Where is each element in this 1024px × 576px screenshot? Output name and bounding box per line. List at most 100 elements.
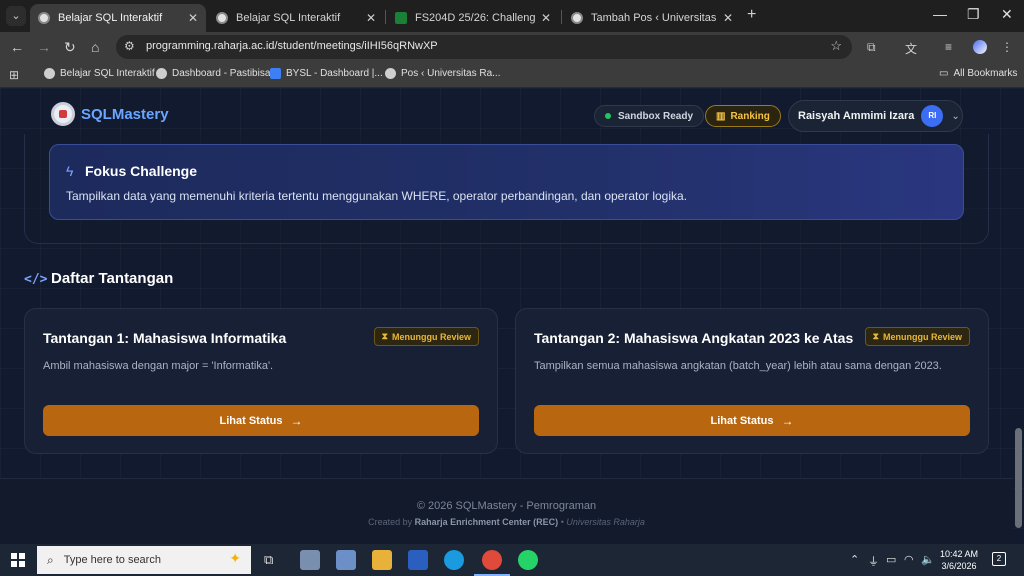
bookmark-label: Belajar SQL Interaktif (60, 68, 155, 79)
university-logo-icon[interactable] (51, 102, 75, 126)
reload-icon[interactable]: ↻ (64, 39, 76, 56)
wifi-icon[interactable]: ◠ (904, 553, 914, 566)
restore-window-icon[interactable]: ❐ (967, 6, 980, 23)
translate-icon[interactable]: 文 (905, 40, 917, 57)
browser-tab-4[interactable]: Tambah Pos ‹ Universitas Rahar ✕ (563, 4, 741, 32)
tab-search-menu-button[interactable]: ⌄ (6, 6, 26, 26)
site-settings-icon[interactable]: ⚙ (124, 39, 135, 53)
user-menu-button[interactable]: Raisyah Ammimi Izara RI ⌄ (788, 100, 963, 132)
notepad-app-icon[interactable] (336, 550, 356, 570)
status-badge-text: Menunggu Review (882, 331, 962, 342)
usb-device-icon[interactable]: ⏚ (868, 553, 879, 569)
chrome-menu-icon[interactable]: ⋮ (1001, 40, 1013, 54)
status-dot-icon (605, 113, 611, 119)
back-arrow-icon[interactable]: ← (10, 39, 24, 55)
bookmark-pastibisa[interactable]: Dashboard - Pastibisa (156, 68, 270, 79)
bookmark-bysl[interactable]: BYSL - Dashboard |... (270, 68, 383, 79)
gear-favicon-icon (38, 12, 50, 24)
battery-icon[interactable]: ▭ (886, 553, 896, 566)
new-tab-plus-icon[interactable]: + (747, 6, 756, 24)
close-tab-icon[interactable]: ✕ (541, 11, 551, 25)
bookmarks-bar: ⊞ Belajar SQL Interaktif Dashboard - Pas… (0, 62, 1024, 88)
clock-date: 3/6/2026 (941, 561, 977, 571)
bookmark-belajar-sql[interactable]: Belajar SQL Interaktif (44, 68, 155, 79)
windows-taskbar: ⌕ Type here to search ✦ ⧉ ⌃ ⏚ ▭ ◠ 🔈 10:4… (0, 544, 1024, 576)
chrome-browser-icon[interactable] (474, 550, 510, 576)
notification-center-icon[interactable]: 2 (992, 552, 1006, 566)
section-title: Daftar Tantangan (51, 270, 174, 287)
gear-favicon-icon (44, 68, 55, 79)
wordpress-favicon-icon (385, 68, 396, 79)
status-badge: ⧗ Menunggu Review (373, 327, 479, 346)
folder-icon: ▭ (939, 68, 949, 79)
brand-name[interactable]: SQLMastery (81, 106, 169, 123)
ranking-button[interactable]: ▥ Ranking (705, 105, 781, 127)
volume-icon[interactable]: 🔈 (921, 553, 935, 566)
footer-copyright: © 2026 SQLMastery - Pemrograman (416, 500, 597, 512)
view-status-button[interactable]: Lihat Status → (534, 405, 970, 436)
taskbar-search-box[interactable]: ⌕ Type here to search ✦ (37, 546, 251, 574)
profile-avatar-icon[interactable] (973, 40, 987, 54)
extensions-puzzle-icon[interactable]: ⧉ (867, 40, 876, 55)
button-label: Lihat Status (710, 414, 774, 427)
close-tab-icon[interactable]: ✕ (723, 11, 733, 25)
minimize-window-icon[interactable]: — (933, 6, 947, 22)
footer-credits: Created by Raharja Enrichment Center (RE… (0, 517, 1013, 527)
challenge-title: Tantangan 2: Mahasiswa Angkatan 2023 ke … (534, 330, 854, 346)
url-text[interactable]: programming.raharja.ac.id/student/meetin… (146, 40, 438, 52)
close-tab-icon[interactable]: ✕ (366, 11, 376, 25)
browser-toolbar: ← → ↻ ⌂ ⚙ programming.raharja.ac.id/stud… (0, 32, 1024, 62)
page-footer: © 2026 SQLMastery - Pemrograman Created … (0, 478, 1013, 544)
media-controls-icon[interactable]: ≡ (945, 40, 952, 54)
credits-org[interactable]: Raharja Enrichment Center (REC) (415, 517, 559, 527)
bookmark-star-icon[interactable]: ☆ (830, 38, 842, 54)
challenge-description: Tampilkan semua mahasiswa angkatan (batc… (534, 360, 942, 372)
tab-title: Tambah Pos ‹ Universitas Rahar (591, 12, 717, 24)
task-view-icon[interactable]: ⧉ (264, 552, 273, 568)
bookmark-pos-universitas[interactable]: Pos ‹ Universitas Ra... (385, 68, 500, 79)
bookmark-label: BYSL - Dashboard |... (286, 68, 383, 79)
lightning-icon: ϟ (66, 163, 74, 179)
edge-browser-icon[interactable] (444, 550, 464, 570)
close-window-icon[interactable]: ✕ (1001, 6, 1013, 23)
view-status-button[interactable]: Lihat Status → (43, 405, 479, 436)
tab-title: Belajar SQL Interaktif (58, 12, 163, 24)
windows-start-icon[interactable] (11, 553, 25, 567)
bookmark-label: Dashboard - Pastibisa (172, 68, 271, 79)
hourglass-icon: ⧗ (381, 331, 388, 341)
browser-tab-1[interactable]: Belajar SQL Interaktif ✕ (30, 4, 206, 32)
credits-separator: • (560, 517, 564, 527)
search-icon: ⌕ (47, 552, 54, 567)
close-tab-icon[interactable]: ✕ (188, 11, 198, 25)
chevron-up-icon[interactable]: ⌃ (850, 553, 859, 566)
browser-tab-strip: ⌄ Belajar SQL Interaktif ✕ Belajar SQL I… (0, 0, 1024, 32)
hourglass-icon: ⧗ (872, 331, 879, 341)
focus-challenge-panel: ϟ Fokus Challenge Tampilkan data yang me… (49, 144, 964, 220)
page-scrollbar[interactable] (1015, 428, 1022, 528)
status-badge: ⧗ Menunggu Review (864, 327, 970, 346)
apps-grid-icon[interactable]: ⊞ (9, 68, 19, 82)
bysl-favicon-icon (270, 68, 281, 79)
paint-app-icon[interactable] (300, 550, 320, 570)
forward-arrow-icon[interactable]: → (37, 39, 51, 55)
home-icon[interactable]: ⌂ (91, 39, 99, 55)
word-app-icon[interactable] (408, 550, 428, 570)
credits-university[interactable]: Universitas Raharja (566, 517, 645, 527)
all-bookmarks-folder[interactable]: ▭ All Bookmarks (939, 68, 1017, 79)
credits-prefix: Created by (368, 517, 413, 527)
tab-separator (385, 10, 386, 24)
gear-favicon-icon (216, 12, 228, 24)
search-placeholder: Type here to search (63, 554, 161, 566)
wordpress-favicon-icon (571, 12, 583, 24)
browser-tab-3[interactable]: FS204D 25/26: Challenge Progr ✕ (387, 4, 559, 32)
file-explorer-icon[interactable] (372, 550, 392, 570)
address-bar[interactable]: ⚙ programming.raharja.ac.id/student/meet… (116, 35, 852, 59)
challenge-description: Ambil mahasiswa dengan major = 'Informat… (43, 360, 274, 372)
tab-separator (561, 10, 562, 24)
focus-title: Fokus Challenge (85, 163, 198, 179)
whatsapp-icon[interactable] (518, 550, 538, 570)
tab-title: FS204D 25/26: Challenge Progr (415, 12, 535, 24)
code-brackets-icon: </> (24, 272, 48, 287)
browser-tab-2[interactable]: Belajar SQL Interaktif ✕ (208, 4, 384, 32)
taskbar-clock[interactable]: 10:42 AM 3/6/2026 (940, 548, 978, 572)
